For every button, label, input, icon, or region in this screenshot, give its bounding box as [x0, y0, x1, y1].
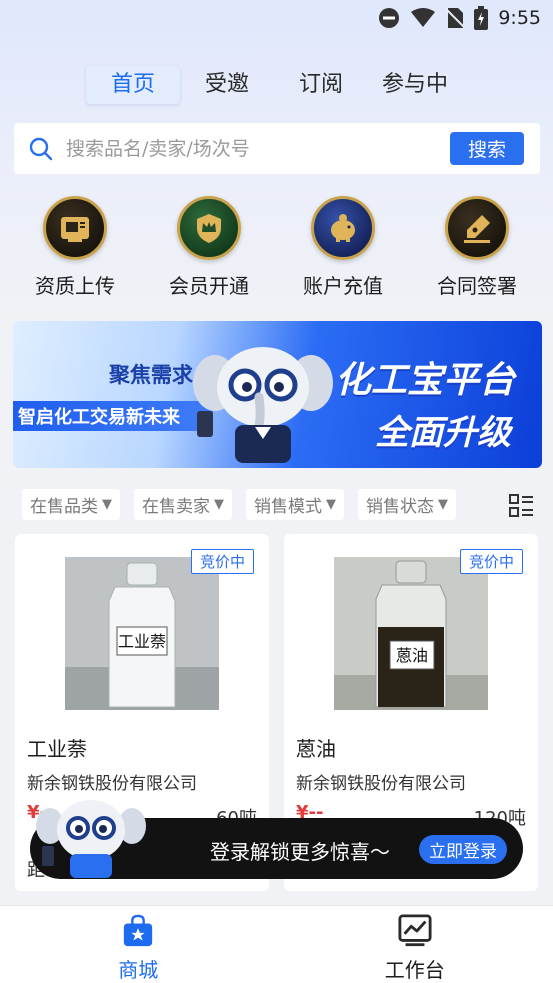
caret-down-icon: ▼	[438, 497, 448, 512]
nav-mall[interactable]: 商城	[0, 906, 277, 983]
product-image: 工业萘	[65, 557, 219, 710]
status-time: 9:55	[498, 7, 541, 29]
status-badge: 竞价中	[190, 549, 254, 574]
pen-sign-icon	[445, 196, 509, 260]
tab-home[interactable]: 首页	[86, 66, 180, 104]
quick-action-qualification-upload[interactable]: 资质上传	[8, 196, 142, 299]
tab-invited[interactable]: 受邀	[180, 66, 274, 104]
list-view-toggle-icon[interactable]	[508, 493, 534, 519]
tab-participating[interactable]: 参与中	[368, 66, 462, 104]
banner-title2: 全面升级	[375, 413, 511, 453]
caret-down-icon: ▼	[326, 497, 336, 512]
promo-banner[interactable]: 聚焦需求 智启化工交易新未来 化工宝平台 全面升级	[13, 321, 542, 468]
elephant-mascot-icon	[193, 347, 333, 463]
piggy-bank-icon	[311, 196, 375, 260]
product-image-label: 蒽油	[396, 646, 428, 665]
product-image-label: 工业萘	[118, 632, 166, 651]
wifi-icon	[411, 8, 436, 27]
quick-action-label: 会员开通	[169, 274, 249, 298]
filter-sales-mode[interactable]: 销售模式 ▼	[246, 489, 344, 520]
nav-label: 工作台	[384, 958, 445, 982]
filter-category[interactable]: 在售品类 ▼	[22, 489, 120, 520]
product-seller: 新余钢铁股份有限公司	[296, 774, 466, 794]
bottom-navigation: 商城 工作台	[0, 905, 553, 983]
status-bar: 9:55	[0, 0, 553, 38]
search-input[interactable]	[66, 137, 426, 160]
no-sim-icon	[446, 8, 465, 28]
quick-action-membership[interactable]: 会员开通	[142, 196, 276, 299]
elephant-mascot-icon	[36, 800, 146, 878]
login-prompt-text: 登录解锁更多惊喜～	[210, 840, 390, 864]
quick-action-recharge[interactable]: 账户充值	[276, 196, 410, 299]
document-upload-icon	[43, 196, 107, 260]
quick-action-contract-signing[interactable]: 合同签署	[410, 196, 544, 299]
product-name: 蒽油	[296, 737, 336, 761]
banner-line1: 聚焦需求	[109, 363, 193, 387]
battery-charging-icon	[474, 6, 489, 30]
quick-action-label: 合同签署	[437, 274, 517, 298]
search-button[interactable]: 搜索	[450, 132, 524, 165]
quick-actions: 资质上传 会员开通 账户充值 合同签署	[0, 196, 553, 299]
filter-seller[interactable]: 在售卖家 ▼	[134, 489, 232, 520]
nav-label: 商城	[118, 958, 159, 982]
monitor-chart-icon	[398, 914, 432, 947]
search-icon	[29, 137, 53, 160]
quick-action-label: 账户充值	[303, 274, 383, 298]
nav-workbench[interactable]: 工作台	[277, 906, 553, 983]
tab-subscribed[interactable]: 订阅	[274, 66, 368, 104]
filter-label: 在售品类	[30, 497, 98, 517]
product-seller: 新余钢铁股份有限公司	[27, 774, 197, 794]
product-name: 工业萘	[27, 737, 87, 761]
search-bar: 搜索	[14, 123, 540, 174]
filter-label: 在售卖家	[142, 497, 210, 517]
filter-label: 销售状态	[366, 497, 434, 517]
banner-title1: 化工宝平台	[335, 360, 516, 401]
quick-action-label: 资质上传	[35, 274, 115, 298]
filter-bar: 在售品类 ▼ 在售卖家 ▼ 销售模式 ▼ 销售状态 ▼	[22, 489, 456, 520]
crown-shield-icon	[177, 196, 241, 260]
shopping-bag-star-icon	[124, 914, 153, 947]
top-tabs: 首页 受邀 订阅 参与中	[86, 66, 462, 104]
caret-down-icon: ▼	[214, 497, 224, 512]
caret-down-icon: ▼	[102, 497, 112, 512]
login-button[interactable]: 立即登录	[419, 835, 507, 864]
product-image: 蒽油	[334, 557, 488, 710]
banner-line2: 智启化工交易新未来	[18, 407, 180, 428]
status-badge: 竞价中	[459, 549, 523, 574]
do-not-disturb-icon	[379, 8, 400, 28]
filter-sales-status[interactable]: 销售状态 ▼	[358, 489, 456, 520]
filter-label: 销售模式	[254, 497, 322, 517]
